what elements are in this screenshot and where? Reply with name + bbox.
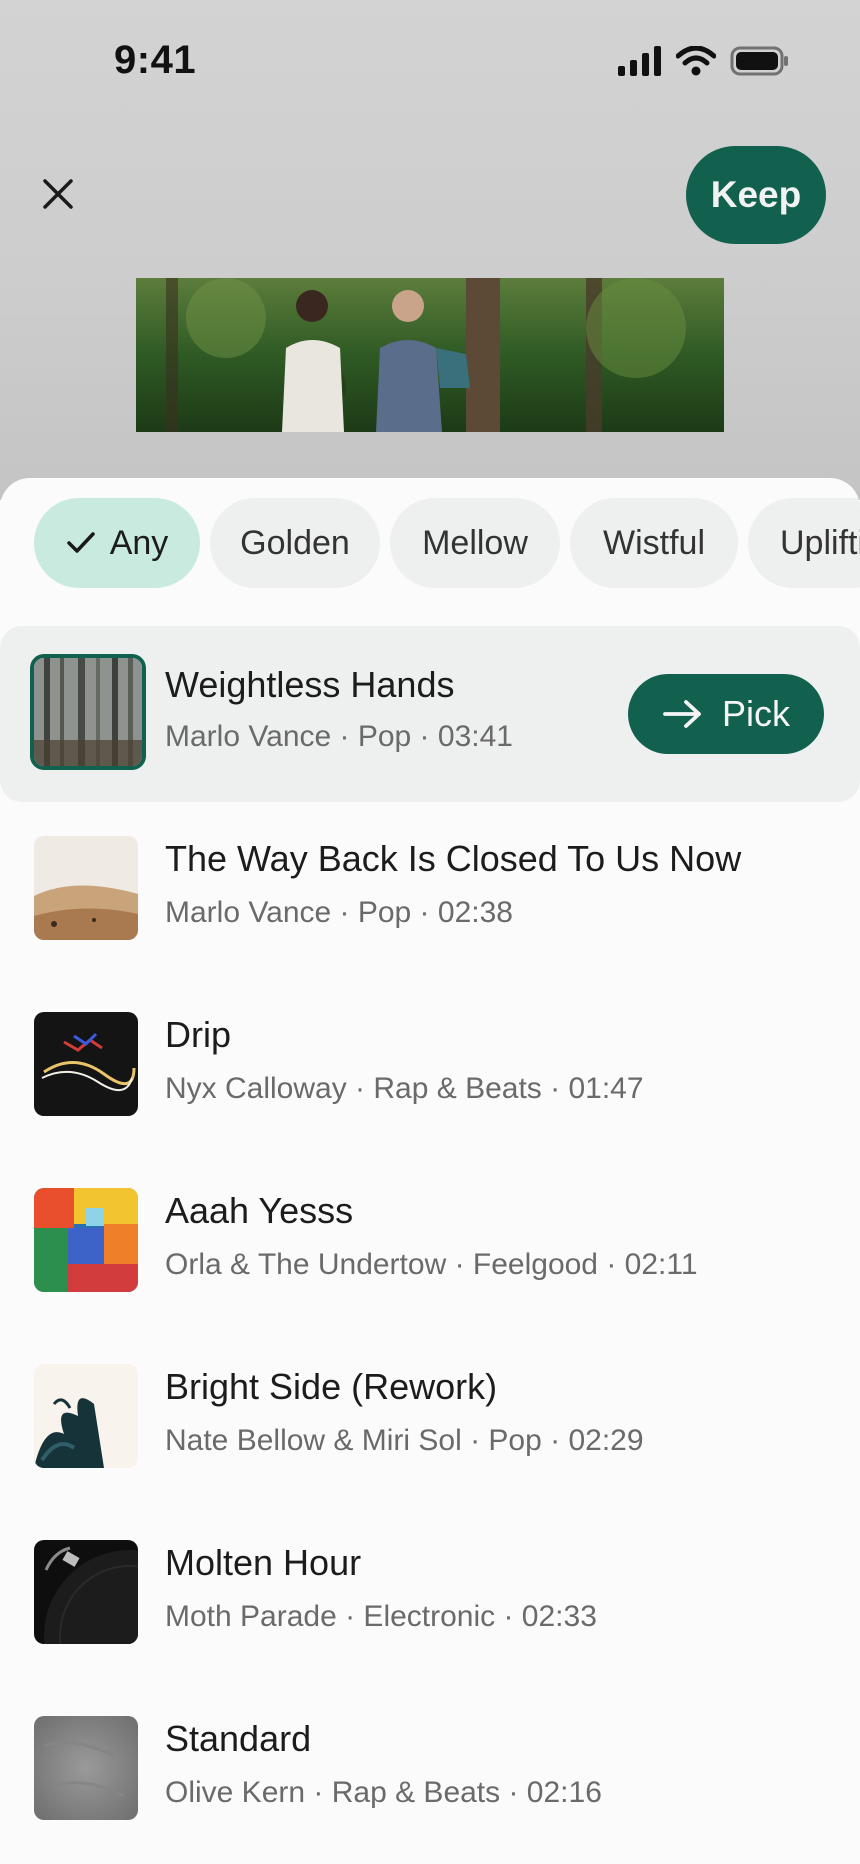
track-title: Bright Side (Rework) bbox=[165, 1366, 498, 1407]
status-time: 9:41 bbox=[114, 38, 197, 82]
album-art bbox=[34, 1716, 138, 1820]
album-art bbox=[34, 1012, 138, 1116]
album-art bbox=[30, 654, 146, 770]
pick-button[interactable]: Pick bbox=[628, 674, 824, 754]
chip-wistful[interactable]: Wistful bbox=[570, 498, 738, 588]
chip-label: Uplifti bbox=[780, 523, 860, 562]
track-meta: Orla & The Undertow · Feelgood · 02:11 bbox=[165, 1248, 698, 1281]
track-row[interactable]: The Way Back Is Closed To Us Now Marlo V… bbox=[0, 792, 860, 968]
album-art bbox=[34, 1188, 138, 1292]
mood-filter-chips: Any Golden Mellow Wistful Uplifti bbox=[34, 498, 860, 588]
editor-preview-area: 9:41 Keep bbox=[0, 0, 860, 500]
track-meta: Nate Bellow & Miri Sol · Pop · 02:29 bbox=[165, 1424, 644, 1457]
keep-button[interactable]: Keep bbox=[686, 146, 826, 244]
arrow-right-icon bbox=[663, 700, 701, 728]
album-art bbox=[34, 1364, 138, 1468]
video-preview[interactable] bbox=[136, 278, 724, 432]
track-title: The Way Back Is Closed To Us Now bbox=[165, 838, 742, 879]
chip-label: Golden bbox=[240, 523, 350, 562]
chip-label: Any bbox=[109, 523, 169, 562]
chip-mellow[interactable]: Mellow bbox=[390, 498, 560, 588]
status-icons bbox=[618, 46, 790, 76]
pick-label: Pick bbox=[721, 693, 790, 734]
close-icon bbox=[43, 179, 73, 209]
track-meta: Olive Kern · Rap & Beats · 02:16 bbox=[165, 1776, 602, 1809]
battery-icon bbox=[730, 46, 788, 76]
track-meta: Marlo Vance · Pop · 03:41 bbox=[165, 720, 513, 753]
track-row[interactable]: Bright Side (Rework) Nate Bellow & Miri … bbox=[0, 1320, 860, 1496]
track-title: Weightless Hands bbox=[165, 664, 455, 705]
track-row[interactable]: Standard Olive Kern · Rap & Beats · 02:1… bbox=[0, 1672, 860, 1848]
chip-any[interactable]: Any bbox=[34, 498, 200, 588]
track-row[interactable]: Drip Nyx Calloway · Rap & Beats · 01:47 bbox=[0, 968, 860, 1144]
track-title: Drip bbox=[165, 1014, 232, 1055]
track-row-selected[interactable]: Weightless Hands Marlo Vance · Pop · 03:… bbox=[0, 626, 860, 802]
track-row[interactable]: Molten Hour Moth Parade · Electronic · 0… bbox=[0, 1496, 860, 1672]
chip-label: Mellow bbox=[422, 523, 528, 562]
track-meta: Nyx Calloway · Rap & Beats · 01:47 bbox=[165, 1072, 644, 1105]
close-button[interactable] bbox=[30, 166, 86, 222]
chip-uplifting[interactable]: Uplifti bbox=[748, 498, 860, 588]
check-icon bbox=[66, 532, 95, 553]
chip-golden[interactable]: Golden bbox=[210, 498, 380, 588]
signal-icon bbox=[618, 46, 661, 76]
track-row[interactable]: Aaah Yesss Orla & The Undertow · Feelgoo… bbox=[0, 1144, 860, 1320]
track-title: Standard bbox=[165, 1718, 312, 1759]
wifi-icon bbox=[676, 46, 716, 76]
chip-label: Wistful bbox=[603, 523, 705, 562]
status-bar: 9:41 bbox=[0, 0, 860, 110]
album-art bbox=[34, 836, 138, 940]
track-meta: Moth Parade · Electronic · 02:33 bbox=[165, 1600, 597, 1633]
track-title: Aaah Yesss bbox=[165, 1190, 354, 1231]
album-art bbox=[34, 1540, 138, 1644]
track-meta: Marlo Vance · Pop · 02:38 bbox=[165, 896, 513, 929]
music-picker-sheet: Any Golden Mellow Wistful Uplifti Weight… bbox=[0, 478, 860, 1864]
track-title: Molten Hour bbox=[165, 1542, 362, 1583]
